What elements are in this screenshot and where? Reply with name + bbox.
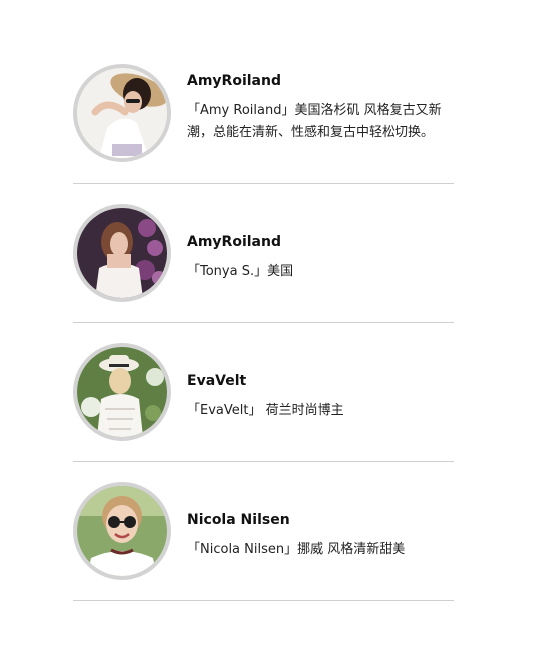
profile-name[interactable]: Nicola Nilsen [187,512,290,528]
avatar-photo-woman-garden-hat [77,347,167,437]
divider [73,461,454,462]
profile-name[interactable]: AmyRoiland [187,73,281,89]
divider [73,322,454,323]
profile-description: 「Nicola Nilsen」挪威 风格清新甜美 [187,542,406,557]
avatar[interactable] [73,482,171,580]
avatar-photo-woman-sunglasses [77,486,167,576]
profile-description: 「EvaVelt」 荷兰时尚博主 [187,403,344,418]
avatar-photo-woman-flowers [77,208,167,298]
avatar[interactable] [73,343,171,441]
profile-description: 「Amy Roiland」美国洛杉矶 风格复古又新潮，总能在清新、性感和复古中轻… [187,103,442,140]
profile-name[interactable]: AmyRoiland [187,234,281,250]
avatar[interactable] [73,64,171,162]
profile-name[interactable]: EvaVelt [187,373,246,389]
blogger-list: AmyRoiland 「Amy Roiland」美国洛杉矶 风格复古又新潮，总能… [0,0,555,656]
divider [73,183,454,184]
divider [73,600,454,601]
profile-description: 「Tonya S.」美国 [187,264,294,279]
avatar[interactable] [73,204,171,302]
avatar-photo-woman-sunhat [77,68,167,158]
